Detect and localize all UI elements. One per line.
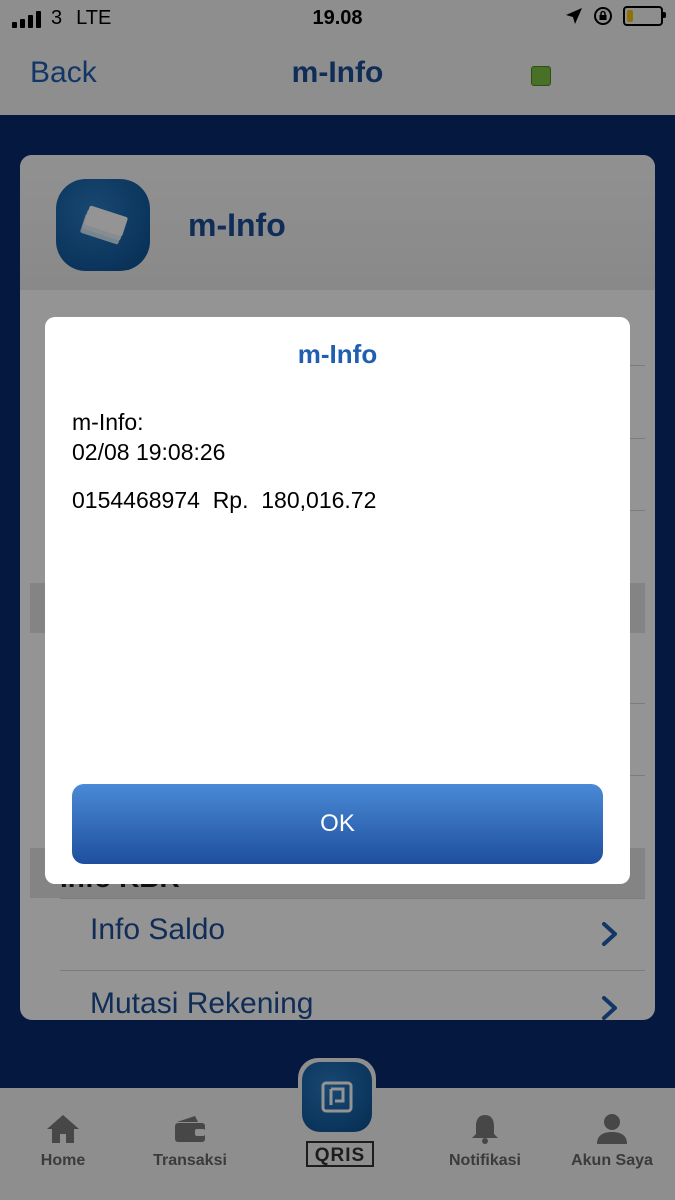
alert-dialog: m-Info m-Info: 02/08 19:08:26 0154468974… — [45, 317, 630, 884]
balance-line: 0154468974 Rp. 180,016.72 — [72, 487, 377, 513]
dialog-message: m-Info: 02/08 19:08:26 0154468974 Rp. 18… — [72, 407, 376, 515]
dialog-line: 02/08 19:08:26 — [72, 439, 226, 465]
ok-button[interactable]: OK — [72, 784, 603, 864]
dialog-title: m-Info — [297, 339, 378, 369]
dialog-line: m-Info: — [72, 409, 144, 435]
